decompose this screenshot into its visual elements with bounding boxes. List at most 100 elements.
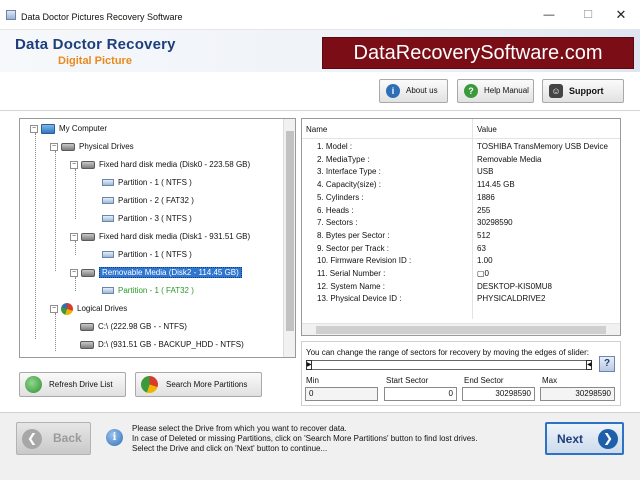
tree-node-partition[interactable]: Partition - 1 ( NTFS )	[102, 248, 192, 262]
property-row[interactable]: 13. Physical Device ID : PHYSICALDRIVE2	[302, 292, 620, 305]
question-icon: ?	[464, 84, 478, 98]
tree-node-label: Partition - 1 ( NTFS )	[118, 250, 192, 259]
drive-tree[interactable]: − My Computer − Physical Drives − Fixed har…	[19, 118, 296, 358]
property-row[interactable]: 2. MediaType : Removable Media	[302, 153, 620, 166]
tree-node-disk0[interactable]: − Fixed hard disk media (Disk0 - 223.58 G…	[70, 158, 250, 172]
property-name: 13. Physical Device ID :	[317, 294, 402, 304]
property-row[interactable]: 5. Cylinders : 1886	[302, 191, 620, 204]
computer-icon	[41, 123, 55, 134]
support-label: Support	[569, 86, 604, 96]
collapse-toggle[interactable]: −	[70, 232, 78, 241]
property-value: Removable Media	[477, 154, 542, 164]
property-row[interactable]: 12. System Name : DESKTOP-KIS0MU8	[302, 280, 620, 293]
property-row[interactable]: 4. Capacity(size) : 114.45 GB	[302, 178, 620, 191]
tree-node-partition[interactable]: Partition - 2 ( FAT32 )	[102, 194, 194, 208]
instruction-line: Please select the Drive from which you w…	[132, 424, 347, 433]
search-partitions-label: Search More Partitions	[166, 380, 248, 389]
arrow-left-icon: ❮	[22, 429, 42, 449]
tree-node-label: Physical Drives	[79, 142, 134, 151]
website-banner[interactable]: DataRecoverySoftware.com	[322, 37, 634, 69]
next-button[interactable]: Next ❯	[545, 422, 624, 455]
property-row[interactable]: 9. Sector per Track : 63	[302, 242, 620, 255]
support-button[interactable]: ☺ Support	[542, 79, 624, 103]
tree-node-partition[interactable]: Partition - 1 ( NTFS )	[102, 176, 192, 190]
help-manual-button[interactable]: ? Help Manual	[457, 79, 534, 103]
column-header-value[interactable]: Value	[477, 125, 497, 134]
property-row[interactable]: 7. Sectors : 30298590	[302, 216, 620, 229]
property-row[interactable]: 3. Interface Type : USB	[302, 165, 620, 178]
scrollbar-thumb[interactable]	[286, 131, 294, 331]
window-title: Data Doctor Pictures Recovery Software	[21, 12, 183, 22]
end-sector-label: End Sector	[464, 376, 504, 385]
tree-node-my-computer[interactable]: − My Computer	[30, 122, 107, 136]
hard-drive-icon	[81, 232, 95, 241]
property-name: 3. Interface Type :	[317, 167, 381, 177]
info-icon: i	[386, 84, 400, 98]
tree-node-label-selected: Removable Media (Disk2 - 114.45 GB)	[99, 267, 242, 278]
minimize-button[interactable]: —	[534, 6, 564, 24]
property-row[interactable]: 8. Bytes per Sector : 512	[302, 229, 620, 242]
tree-connector	[35, 133, 36, 339]
slider-end-handle[interactable]: ◀	[586, 360, 592, 370]
property-value: 63	[477, 243, 486, 253]
property-row[interactable]: 10. Firmware Revision ID : 1.00	[302, 254, 620, 267]
collapse-toggle[interactable]: −	[50, 304, 58, 313]
start-sector-input[interactable]: 0	[384, 387, 457, 401]
collapse-toggle[interactable]: −	[30, 124, 38, 133]
instruction-line: Select the Drive and click on 'Next' but…	[132, 444, 328, 453]
instructions: Please select the Drive from which you w…	[132, 424, 532, 454]
property-name: 6. Heads :	[317, 205, 354, 215]
property-value: 512	[477, 230, 491, 240]
back-button[interactable]: ❮ Back	[16, 422, 91, 455]
tree-node-label: Partition - 1 ( NTFS )	[118, 178, 192, 187]
footer-bar: ❮ Back i Please select the Drive from wh…	[0, 412, 640, 480]
tree-node-partition[interactable]: Partition - 3 ( NTFS )	[102, 212, 192, 226]
sector-range-panel: You can change the range of sectors for …	[301, 341, 621, 406]
info-icon: i	[106, 429, 123, 446]
header-divider	[0, 110, 640, 111]
collapse-toggle[interactable]: −	[50, 142, 58, 151]
header-banner: Data Doctor Recovery Digital Picture Dat…	[0, 30, 640, 72]
help-manual-label: Help Manual	[484, 86, 529, 95]
property-value: USB	[477, 167, 494, 177]
tree-node-logical-drive[interactable]: D:\ (931.51 GB - BACKUP_HDD - NTFS)	[80, 338, 244, 352]
tree-node-logical-drive[interactable]: C:\ (222.98 GB - - NTFS)	[80, 320, 187, 334]
hard-drive-icon	[81, 160, 95, 169]
collapse-toggle[interactable]: −	[70, 160, 78, 169]
tree-vertical-scrollbar[interactable]	[283, 119, 295, 357]
tree-node-disk1[interactable]: − Fixed hard disk media (Disk1 - 931.51 G…	[70, 230, 250, 244]
slider-start-handle[interactable]: ▶	[306, 360, 312, 370]
property-row[interactable]: 6. Heads : 255	[302, 204, 620, 217]
property-name: 1. Model :	[317, 142, 353, 151]
property-value: 114.45 GB	[477, 180, 515, 190]
tree-node-label: My Computer	[59, 124, 108, 133]
property-row[interactable]: 11. Serial Number : ▢0	[302, 267, 620, 280]
tree-node-disk2[interactable]: − Removable Media (Disk2 - 114.45 GB)	[70, 266, 242, 280]
slider-help-button[interactable]: ?	[599, 356, 615, 372]
column-header-name[interactable]: Name	[306, 125, 327, 134]
close-button[interactable]: ✕	[606, 6, 636, 24]
tree-node-logical-drives[interactable]: − Logical Drives	[50, 302, 127, 316]
tree-node-label: Partition - 2 ( FAT32 )	[118, 196, 194, 205]
end-sector-input[interactable]: 30298590	[462, 387, 535, 401]
grid-horizontal-scrollbar[interactable]	[302, 323, 620, 335]
refresh-drive-list-button[interactable]: Refresh Drive List	[19, 372, 126, 397]
collapse-toggle[interactable]: −	[70, 268, 78, 277]
usb-drive-icon	[81, 268, 95, 277]
search-more-partitions-button[interactable]: Search More Partitions	[135, 372, 262, 397]
start-sector-label: Start Sector	[386, 376, 429, 385]
max-label: Max	[542, 376, 558, 385]
property-row[interactable]: 1. Model : TOSHIBA TransMemory USB Device	[302, 140, 620, 153]
next-label: Next	[557, 432, 584, 446]
tree-node-partition[interactable]: Partition - 1 ( FAT32 )	[102, 284, 194, 298]
scrollbar-thumb[interactable]	[316, 326, 606, 334]
instruction-line: In case of Deleted or missing Partitions…	[132, 434, 478, 443]
brand-title: Data Doctor Recovery	[15, 36, 176, 53]
sector-range-slider[interactable]: ▶ ◀	[306, 360, 592, 370]
about-us-button[interactable]: i About us	[379, 79, 448, 103]
maximize-button[interactable]: ☐	[573, 6, 603, 24]
partition-icon	[102, 251, 114, 259]
app-icon	[6, 10, 16, 20]
tree-node-physical-drives[interactable]: − Physical Drives	[50, 140, 134, 154]
partition-icon	[102, 179, 114, 187]
